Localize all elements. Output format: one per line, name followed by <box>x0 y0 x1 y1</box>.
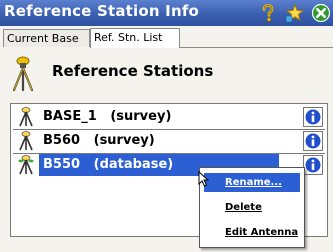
title-bar: Reference Station Info <box>0 0 333 26</box>
station-name: B560 (survey) <box>43 133 155 148</box>
page-title: Reference Stations <box>52 62 214 80</box>
tab-ref-stn-list[interactable]: Ref. Stn. List <box>90 28 180 48</box>
context-menu: Rename... Delete Edit Antenna <box>199 167 305 248</box>
list-item[interactable]: BASE_1 (survey) <box>13 106 325 130</box>
list-item[interactable]: B560 (survey) <box>13 130 325 154</box>
favorite-star-icon[interactable] <box>285 3 305 23</box>
station-name: BASE_1 (survey) <box>43 109 172 124</box>
survey-tripod-icon <box>17 131 35 151</box>
info-icon[interactable] <box>303 107 323 127</box>
tab-current-base[interactable]: Current Base <box>3 29 90 47</box>
survey-tripod-icon <box>17 107 35 127</box>
mouse-cursor-icon <box>198 170 210 187</box>
close-icon[interactable] <box>311 3 331 23</box>
menu-item-rename[interactable]: Rename... <box>204 173 300 192</box>
tab-bar: Current Base Ref. Stn. List <box>0 26 333 50</box>
info-icon[interactable] <box>303 155 323 175</box>
window-title: Reference Station Info <box>4 2 200 20</box>
database-station-icon <box>17 155 35 175</box>
menu-item-edit-antenna[interactable]: Edit Antenna <box>204 223 300 242</box>
reference-station-tripod-icon <box>10 56 36 92</box>
menu-item-delete[interactable]: Delete <box>204 198 300 217</box>
help-icon[interactable] <box>258 3 278 23</box>
info-icon[interactable] <box>303 131 323 151</box>
station-name: B550 (database) <box>43 157 174 172</box>
tab-divider <box>180 47 333 48</box>
